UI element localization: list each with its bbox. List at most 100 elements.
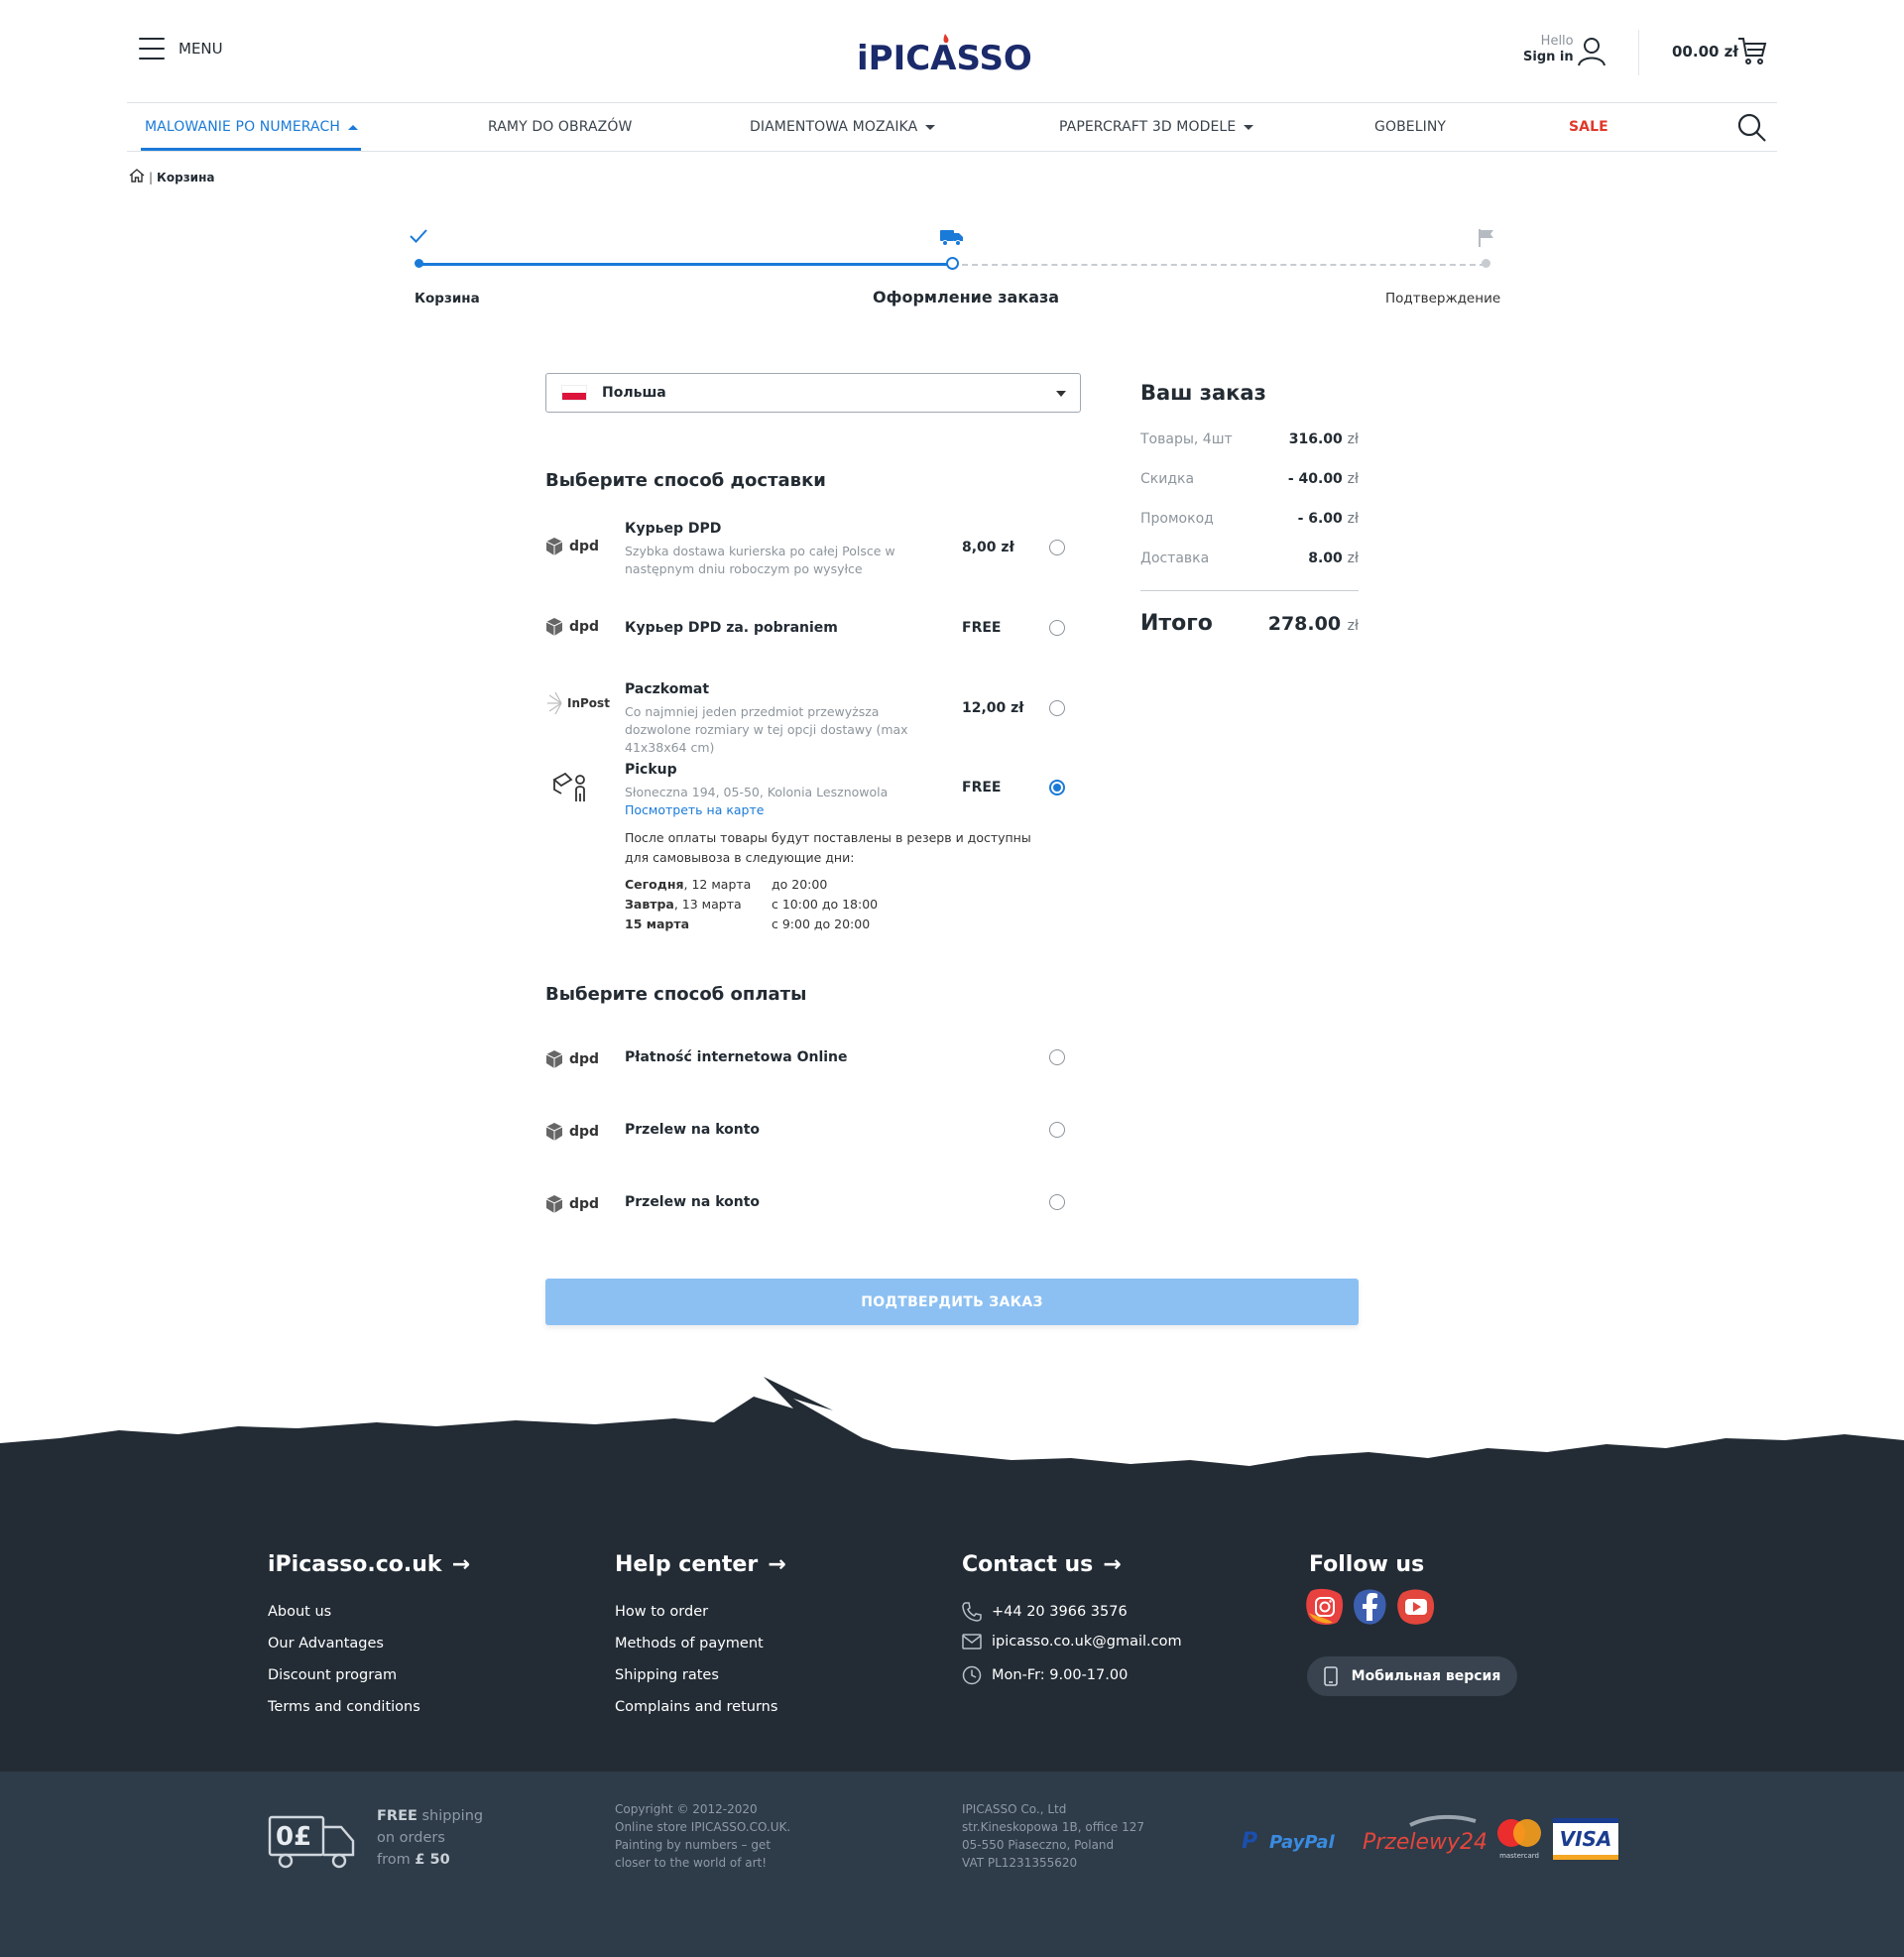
view-on-map-link[interactable]: Посмотреть на карте [625, 802, 764, 817]
svg-text:P: P [1242, 1829, 1257, 1854]
payment-option-title: Przelew na konto [625, 1122, 761, 1138]
delivery-option-title: Курьер DPD [625, 521, 722, 537]
dpd-cube-icon [545, 538, 563, 555]
delivery-option-title: Paczkomat [625, 681, 710, 697]
truck-icon [940, 228, 964, 250]
social-links [1305, 1587, 1436, 1631]
footer-link[interactable]: Complains and returns [615, 1699, 777, 1715]
pickup-time: до 20:00 [772, 877, 828, 892]
nav-item-gobeliny[interactable]: GOBELINY [1374, 119, 1446, 135]
smartphone-icon [1323, 1666, 1338, 1686]
step-dot-done [415, 259, 423, 268]
nav-label: DIAMENTOWA MOZAIKA [750, 119, 918, 135]
nav-label: RAMY DO OBRAZÓW [488, 119, 633, 135]
dpd-logo: dpd [545, 618, 599, 636]
footer-link[interactable]: Methods of payment [615, 1636, 764, 1651]
footer-email[interactable]: ipicasso.co.uk@gmail.com [962, 1634, 1182, 1650]
delivery-option-price: 8,00 zł [962, 540, 1014, 555]
delivery-radio-paczkomat[interactable] [1049, 700, 1065, 716]
total-value: 278.00 zł [1267, 613, 1359, 635]
nav-bottom-border [127, 151, 1777, 152]
step-label-cart[interactable]: Корзина [415, 291, 480, 306]
breadcrumb-separator: | [149, 170, 154, 184]
menu-button[interactable]: MENU [139, 38, 223, 60]
confirm-order-button[interactable]: ПОДТВЕРДИТЬ ЗАКАЗ [545, 1279, 1359, 1325]
cart-total[interactable]: 00.00 zł [1672, 43, 1738, 61]
delivery-option-desc: Słoneczna 194, 05-50, Kolonia Lesznowola [625, 785, 889, 799]
nav-label: PAPERCRAFT 3D MODELE [1059, 119, 1237, 135]
delivery-radio-dpd-cod[interactable] [1049, 620, 1065, 636]
free-shipping-text: FREE shipping on orders from £ 50 [377, 1808, 484, 1868]
footer-link[interactable]: Terms and conditions [268, 1699, 420, 1715]
check-icon [409, 228, 428, 248]
step-label-confirm: Подтверждение [1385, 291, 1501, 306]
follow-us-title: Follow us [1309, 1552, 1425, 1577]
nav-item-malowanie[interactable]: MALOWANIE PO NUMERACH [145, 119, 358, 135]
nav-item-sale[interactable]: SALE [1569, 119, 1608, 135]
dpd-logo: dpd [545, 1195, 599, 1213]
sign-in-link[interactable]: Hello Sign in [1523, 34, 1574, 65]
paypal-logo: P PayPal [1242, 1825, 1351, 1855]
country-select[interactable]: Польша [545, 373, 1081, 413]
mastercard-logo: mastercard [1493, 1817, 1545, 1865]
delivery-radio-pickup[interactable] [1049, 780, 1065, 795]
summary-label: Доставка [1140, 550, 1210, 566]
logo[interactable]: iPICASSO [857, 28, 1047, 78]
caret-down-icon [1244, 124, 1254, 130]
nav-item-ramy[interactable]: RAMY DO OBRAZÓW [488, 119, 632, 135]
delivery-option-title: Pickup [625, 762, 677, 778]
facebook-icon[interactable] [1351, 1587, 1390, 1631]
payment-radio-transfer[interactable] [1049, 1122, 1065, 1138]
progress-done-line [418, 263, 952, 266]
footer-link[interactable]: Discount program [268, 1667, 397, 1683]
dpd-cube-icon [545, 1123, 563, 1141]
user-icon[interactable] [1577, 36, 1606, 71]
footer-brush-edge [0, 1377, 1904, 1478]
svg-text:PayPal: PayPal [1269, 1832, 1336, 1853]
dpd-cube-icon [545, 1050, 563, 1068]
cart-icon[interactable] [1737, 36, 1767, 69]
footer-main [0, 1468, 1904, 1772]
footer-col-title[interactable]: iPicasso.co.uk → [268, 1552, 470, 1577]
inpost-logo: InPost [545, 691, 610, 715]
arrow-right-icon: → [768, 1552, 786, 1577]
pickup-day: 15 марта [625, 917, 690, 931]
home-icon[interactable] [129, 169, 145, 185]
chevron-down-icon [1056, 391, 1066, 397]
delivery-option-price: FREE [962, 780, 1002, 795]
footer-link[interactable]: Our Advantages [268, 1636, 384, 1651]
breadcrumb: | Корзина [129, 169, 214, 185]
footer-link[interactable]: Shipping rates [615, 1667, 719, 1683]
nav-top-border [127, 102, 1777, 103]
mobile-version-button[interactable]: Мобильная версия [1307, 1656, 1517, 1696]
pickup-icon [551, 768, 591, 811]
przelewy24-logo: Przelewy24 [1361, 1813, 1488, 1863]
pickup-day: Завтра, 13 марта [625, 897, 742, 912]
svg-text:Przelewy24: Przelewy24 [1363, 1830, 1486, 1855]
summary-value: - 6.00 zł [1297, 511, 1359, 527]
search-icon[interactable] [1737, 113, 1767, 147]
step-dot-current [946, 257, 959, 270]
youtube-icon[interactable] [1396, 1587, 1436, 1631]
order-summary-title: Ваш заказ [1140, 381, 1266, 405]
dpd-logo: dpd [545, 1123, 599, 1141]
caret-up-icon [347, 124, 358, 130]
payment-option-title: Przelew na konto [625, 1194, 761, 1210]
caret-down-icon [925, 124, 936, 130]
footer-link[interactable]: About us [268, 1604, 331, 1620]
nav-item-diamentowa[interactable]: DIAMENTOWA MOZAIKA [750, 119, 936, 135]
footer-link[interactable]: How to order [615, 1604, 708, 1620]
mail-icon [962, 1634, 982, 1650]
payment-radio-transfer-2[interactable] [1049, 1194, 1065, 1210]
logo-text: iPICASSO [857, 39, 1032, 73]
payment-radio-online[interactable] [1049, 1049, 1065, 1065]
footer-col-title[interactable]: Contact us → [962, 1552, 1122, 1577]
phone-icon [962, 1602, 982, 1622]
footer-phone[interactable]: +44 20 3966 3576 [962, 1602, 1128, 1622]
pickup-day: Сегодня, 12 марта [625, 877, 752, 892]
footer-col-title[interactable]: Help center → [615, 1552, 786, 1577]
instagram-icon[interactable] [1305, 1587, 1345, 1631]
clock-icon [962, 1665, 982, 1685]
nav-item-papercraft[interactable]: PAPERCRAFT 3D MODELE [1059, 119, 1254, 135]
delivery-radio-dpd[interactable] [1049, 540, 1065, 555]
